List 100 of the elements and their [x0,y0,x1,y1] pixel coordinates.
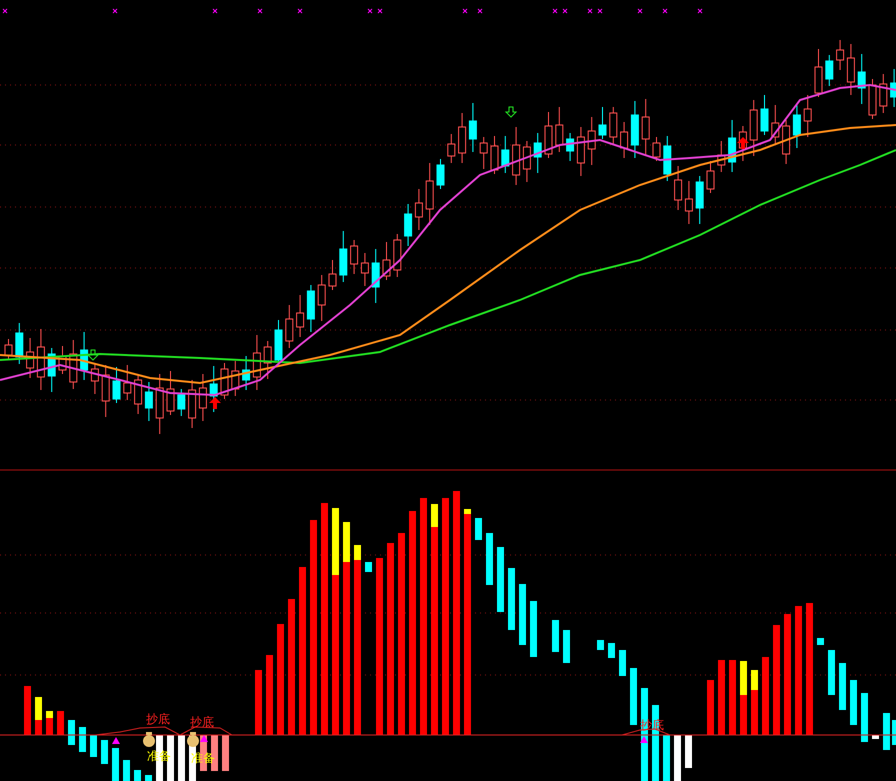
candlestick [717,140,726,172]
candlestick [566,132,574,162]
histogram-bar [861,693,868,742]
candlestick [771,104,780,144]
histogram-bar [563,630,570,663]
histogram-bar [68,720,75,745]
candlestick [306,284,315,332]
histogram-bar [828,650,835,695]
candlestick [58,346,66,374]
candlestick [663,136,672,182]
histogram-bar [475,518,482,540]
candlestick [393,234,402,278]
candlestick [890,68,896,108]
histogram-bar [839,663,846,710]
histogram-bar [90,735,97,757]
histogram-bar [145,775,152,781]
histogram-bar [79,727,86,752]
candlestick [166,370,174,416]
histogram-bar [552,620,559,652]
candlestick [782,120,790,164]
candlestick [318,274,326,322]
histogram-bar [707,680,714,735]
candlestick [598,106,606,140]
candlestick [102,364,110,418]
signal-label: 抄底 [146,712,170,726]
candlestick [177,388,186,416]
candlestick [123,364,132,400]
candlestick [26,338,34,378]
candlestick [490,136,498,174]
candlestick [879,74,888,114]
candlestick [674,166,682,210]
histogram-bar [123,760,130,781]
candlestick [555,106,564,152]
histogram-bar [24,686,31,735]
candlestick [285,304,294,348]
candlestick [360,252,369,286]
candlestick [458,112,466,164]
histogram-bar [663,735,670,781]
candlestick [69,340,78,390]
histogram-bar [630,668,637,725]
candlestick [696,176,704,224]
candlestick [134,374,142,414]
candlestick [404,204,412,246]
candlestick [414,188,423,230]
candlestick [576,126,585,176]
candlestick [447,134,456,164]
histogram-bar [497,547,504,612]
candlestick [252,334,261,390]
candlestick [188,380,196,428]
candlestick [814,48,822,98]
candlestick [609,106,618,144]
candlestick [372,248,380,304]
candlestick [480,136,488,170]
candlestick [468,102,477,152]
histogram-bar [222,735,229,771]
histogram-bar [530,601,537,657]
candlestick [220,362,228,400]
histogram-bar [817,638,824,645]
histogram-bar [365,562,372,572]
candlestick [242,356,250,390]
candlestick [90,362,99,394]
candlestick [684,180,693,224]
money-bag-icon [143,732,155,747]
down-arrow-icon [86,350,100,361]
histogram-bar [685,735,692,768]
histogram-bar [519,584,526,645]
up-arrow-icon [737,137,749,149]
candlestick [630,100,639,158]
candlestick [620,122,628,158]
histogram-bar [883,713,890,750]
candlestick [350,240,358,274]
signal-label: 抄底 [190,715,214,729]
histogram-bar [850,680,857,725]
candlestick [328,260,336,290]
candlestick [858,54,866,104]
candlestick [544,112,552,158]
histogram-bar [57,711,64,735]
candlestick [80,332,88,380]
histogram-bar [486,533,493,585]
candlestick [706,160,714,194]
histogram-bar [619,650,626,676]
candlestick [4,338,12,360]
candlestick [512,126,520,186]
candlestick [198,374,207,422]
candlestick [436,158,444,190]
triangle-marker-icon [200,735,208,742]
candlestick [868,78,876,120]
histogram-bar [255,670,262,735]
candlestick [728,120,736,172]
candlestick [792,104,801,148]
money-bag-icon [187,732,199,747]
histogram-bar [101,740,108,764]
candlestick [231,360,240,396]
histogram-bar [508,568,515,630]
histogram-bar [674,735,681,781]
histogram-bar [178,735,185,781]
candlestick [522,140,531,182]
down-arrow-icon [504,106,518,118]
candlestick [382,242,390,280]
candlestick [426,162,434,226]
